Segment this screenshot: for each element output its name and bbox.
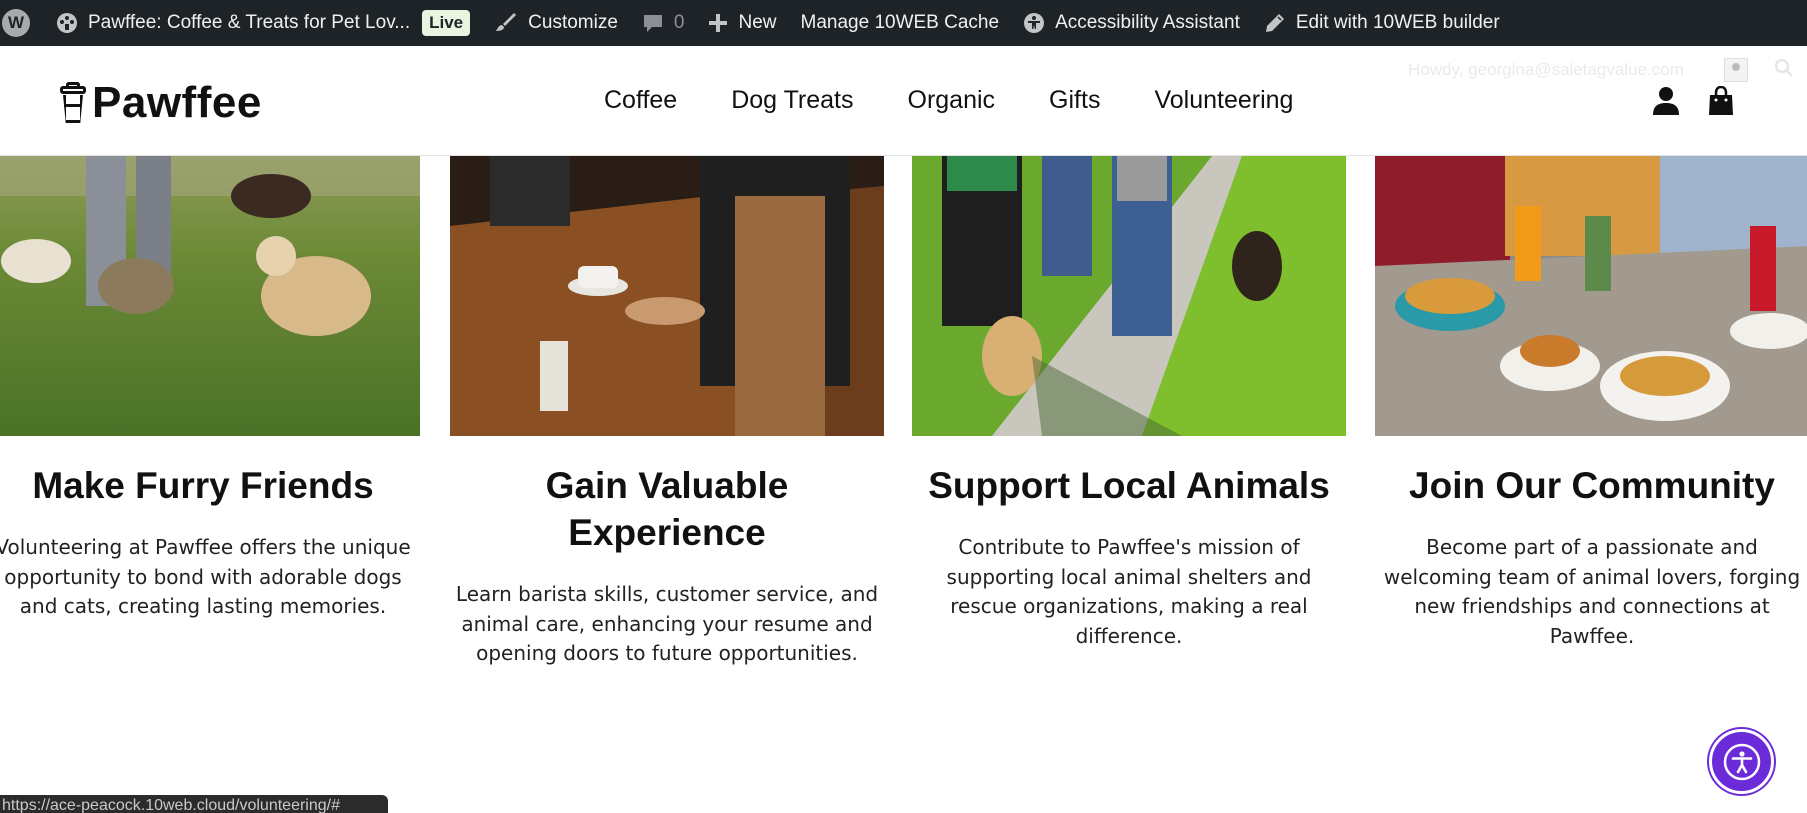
feature-card: Make Furry Friends Volunteering at Pawff… xyxy=(0,156,420,622)
dog-walking-image xyxy=(912,156,1346,436)
search-icon[interactable] xyxy=(1774,58,1794,78)
coffee-cup-logo-icon xyxy=(60,82,86,124)
new-content-link[interactable]: New xyxy=(696,0,788,46)
wordpress-icon: W xyxy=(2,9,30,37)
accessibility-assistant-link[interactable]: Accessibility Assistant xyxy=(1011,0,1252,46)
edit-builder-link[interactable]: Edit with 10WEB builder xyxy=(1252,0,1512,46)
barista-image xyxy=(450,156,884,436)
accessibility-icon xyxy=(1024,13,1045,33)
feature-card: Gain Valuable Experience Learn barista s… xyxy=(450,156,884,669)
nav-item-organic[interactable]: Organic xyxy=(908,86,996,115)
feature-card: Join Our Community Become part of a pass… xyxy=(1375,156,1807,651)
user-icon[interactable] xyxy=(1652,86,1680,116)
nav-item-dog-treats[interactable]: Dog Treats xyxy=(731,86,853,115)
live-badge: Live xyxy=(422,10,471,36)
card-text: Volunteering at Pawffee offers the uniqu… xyxy=(0,535,411,618)
community-food-image xyxy=(1375,156,1807,436)
customize-link[interactable]: Customize xyxy=(482,0,630,46)
shopping-bag-icon[interactable] xyxy=(1708,86,1734,116)
manage-cache-label: Manage 10WEB Cache xyxy=(800,12,1000,33)
avatar[interactable] xyxy=(1724,58,1748,82)
pencil-icon xyxy=(1265,14,1284,32)
accessibility-label: Accessibility Assistant xyxy=(1055,12,1240,33)
manage-cache-link[interactable]: Manage 10WEB Cache xyxy=(789,0,1012,46)
comments-count: 0 xyxy=(673,12,685,33)
accessibility-button[interactable] xyxy=(1709,729,1774,794)
logo-text: Pawffee xyxy=(92,78,262,127)
dashboard-icon xyxy=(57,13,77,33)
customize-label: Customize xyxy=(528,12,618,33)
site-logo[interactable]: Pawffee xyxy=(60,78,262,128)
nav-item-coffee[interactable]: Coffee xyxy=(604,86,677,115)
card-text: Contribute to Pawffee's mission of suppo… xyxy=(946,535,1312,648)
card-title: Join Our Community xyxy=(1409,465,1775,506)
comments-link[interactable]: 0 xyxy=(630,0,697,46)
card-text: Learn barista skills, customer service, … xyxy=(455,582,879,665)
howdy-user-text[interactable]: Howdy, georgina@saletagvalue.com xyxy=(1408,60,1684,80)
status-bar-url: https://ace-peacock.10web.cloud/voluntee… xyxy=(0,795,388,813)
wordpress-menu[interactable]: W xyxy=(0,0,48,46)
plus-icon xyxy=(709,14,728,32)
card-text: Become part of a passionate and welcomin… xyxy=(1383,535,1801,648)
brush-icon xyxy=(496,13,517,31)
admin-bar: W Pawffee: Coffee & Treats for Pet Lov..… xyxy=(0,0,1807,46)
new-label: New xyxy=(738,12,777,33)
accessibility-icon xyxy=(1723,743,1760,780)
card-title: Support Local Animals xyxy=(928,465,1330,506)
card-title: Gain Valuable Experience xyxy=(545,465,789,553)
nav-item-volunteering[interactable]: Volunteering xyxy=(1154,86,1293,115)
nav-item-gifts[interactable]: Gifts xyxy=(1049,86,1100,115)
dogs-playing-image xyxy=(0,156,420,436)
feature-card: Support Local Animals Contribute to Pawf… xyxy=(912,156,1346,651)
site-name: Pawffee: Coffee & Treats for Pet Lov... xyxy=(88,12,411,33)
card-title: Make Furry Friends xyxy=(32,465,374,506)
edit-builder-label: Edit with 10WEB builder xyxy=(1295,12,1500,33)
comment-icon xyxy=(643,15,662,32)
main-navigation: Coffee Dog Treats Organic Gifts Voluntee… xyxy=(604,86,1293,115)
site-name-menu[interactable]: Pawffee: Coffee & Treats for Pet Lov... … xyxy=(48,0,482,46)
site-header: Pawffee Coffee Dog Treats Organic Gifts … xyxy=(0,46,1807,156)
